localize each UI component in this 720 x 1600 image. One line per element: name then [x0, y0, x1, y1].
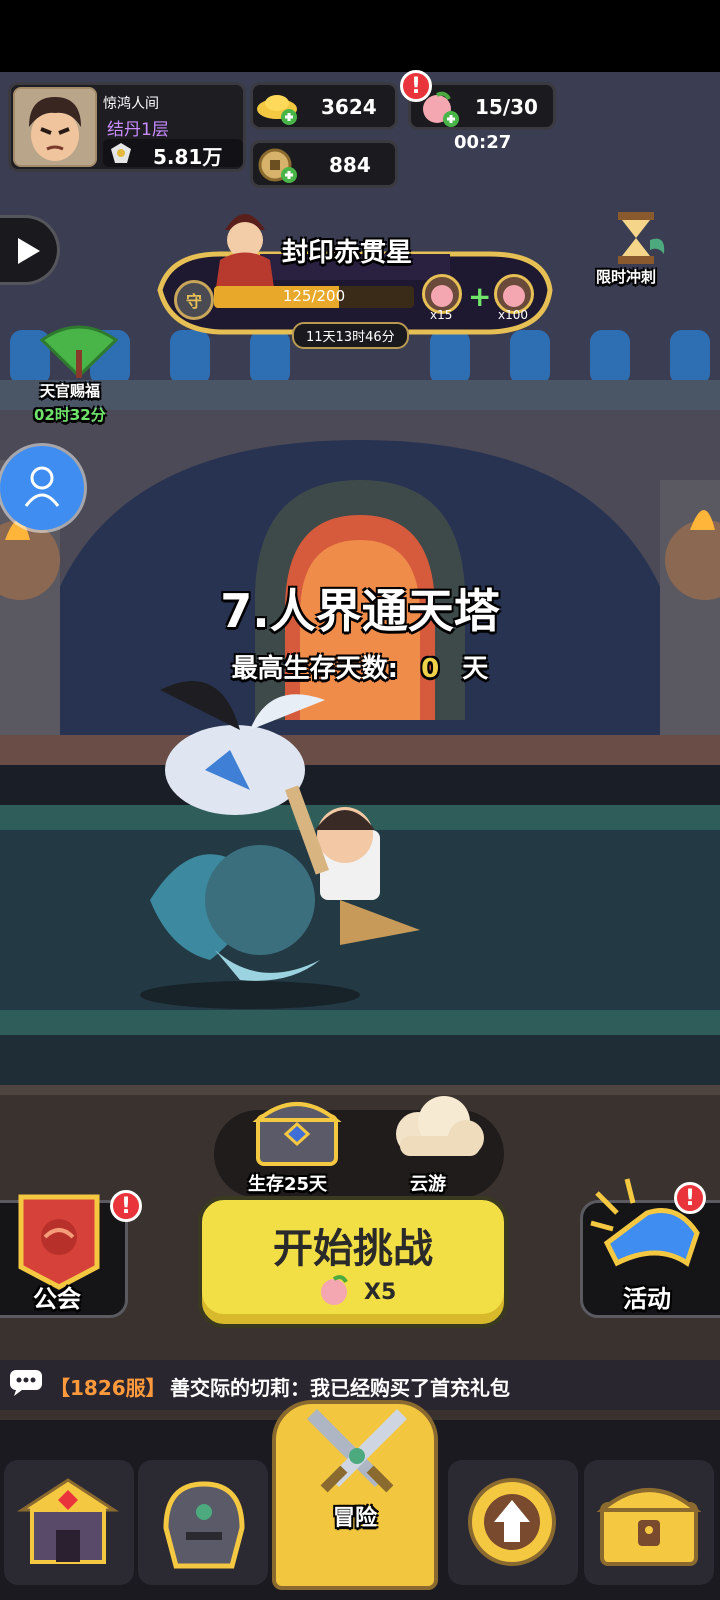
blessing-timer: 02时32分: [34, 406, 106, 424]
blessing-button[interactable]: 天官赐福 02时32分: [28, 320, 128, 430]
stamina-alert-badge: !: [400, 70, 432, 102]
best-survival-unit: 天: [462, 654, 489, 684]
event-title: 封印赤贯星: [282, 238, 413, 268]
coin-counter[interactable]: 884: [250, 140, 398, 188]
locked-chest-icon: [594, 1470, 704, 1578]
limited-sprint-button[interactable]: 限时冲刺: [592, 210, 682, 290]
nav-adventure-label: 冒险: [332, 1506, 377, 1531]
guild-label: 公会: [33, 1285, 81, 1313]
treasure-chest-icon: [252, 1090, 342, 1174]
best-survival-label: 最高生存天数:: [231, 654, 399, 684]
status-bar-area: [0, 0, 720, 72]
survival-chest-button[interactable]: 生存25天: [240, 1090, 350, 1200]
activity-alert-badge: !: [674, 1182, 706, 1214]
best-survival-row: 最高生存天数: 0 天: [0, 648, 720, 685]
nav-item-upgrade[interactable]: [448, 1460, 578, 1585]
power-icon: [107, 141, 135, 165]
stamina-value: 15/30: [475, 95, 538, 119]
event-shield-glyph: 守: [185, 292, 202, 311]
user-icon: [22, 464, 62, 514]
event-reward-qty-2: x100: [498, 308, 529, 322]
stamina-timer: 00:27: [454, 132, 512, 153]
upgrade-arrow-icon: [460, 1470, 564, 1578]
best-survival-value: 0: [421, 654, 440, 684]
chat-server-tag: 【1826服】: [50, 1376, 166, 1400]
gold-ingot-icon: [255, 87, 301, 131]
plus-icon: +: [468, 280, 492, 313]
player-name: 惊鸿人间: [103, 96, 159, 112]
event-countdown: 11天13时46分: [292, 322, 409, 349]
survival-chest-label: 生存25天: [248, 1174, 328, 1195]
power-value: 5.81万: [153, 145, 223, 169]
chat-message: 善交际的切莉：我已经购买了首充礼包: [170, 1376, 510, 1400]
copper-coin-icon: [255, 145, 301, 189]
start-challenge-button[interactable]: 开始挑战 X5: [198, 1196, 508, 1328]
pavilion-icon: [16, 1470, 120, 1578]
play-arrow-icon: [10, 234, 44, 272]
start-challenge-cost: X5: [364, 1280, 397, 1305]
player-card[interactable]: 惊鸿人间 结丹1层 5.81万: [8, 82, 246, 172]
gold-counter[interactable]: 3624: [250, 82, 398, 130]
event-shield-icon: 守: [174, 280, 214, 320]
coin-value: 884: [329, 153, 371, 177]
crossed-swords-icon: [302, 1404, 412, 1508]
event-banner[interactable]: 封印赤贯星 守 125/200 x15 + x100 11天13时46分: [150, 214, 560, 349]
cloud-travel-label: 云游: [410, 1174, 446, 1195]
event-reward-qty-1: x15: [430, 308, 453, 322]
activity-button[interactable]: 活动: [580, 1178, 720, 1318]
power-row: 5.81万: [103, 139, 243, 169]
event-hero-portrait: [205, 200, 285, 295]
cloud-travel-button[interactable]: 云游: [374, 1090, 494, 1200]
nav-item-home[interactable]: [4, 1460, 134, 1585]
gold-value: 3624: [321, 95, 377, 119]
blessing-label: 天官赐福: [40, 382, 101, 400]
hourglass-icon: [606, 210, 670, 270]
helmet-icon: [152, 1470, 256, 1578]
event-progress-bar: 125/200: [214, 286, 414, 308]
guild-alert-badge: !: [110, 1190, 142, 1222]
cloud-icon: [380, 1090, 490, 1170]
stage-title: 7.人界通天塔: [220, 584, 500, 638]
player-realm: 结丹1层: [107, 120, 169, 140]
avatar[interactable]: [13, 87, 97, 167]
start-challenge-label: 开始挑战: [273, 1226, 433, 1272]
limited-sprint-label: 限时冲刺: [596, 268, 657, 286]
guild-button[interactable]: 公会: [0, 1194, 128, 1318]
assistant-bubble-button[interactable]: [0, 446, 84, 530]
nav-item-treasure[interactable]: [584, 1460, 714, 1585]
chat-bubble-icon: [8, 1368, 44, 1402]
nav-item-adventure[interactable]: 冒险: [272, 1400, 438, 1590]
activity-label: 活动: [623, 1285, 671, 1313]
fan-icon: [36, 320, 122, 384]
event-progress-text: 125/200: [282, 287, 346, 305]
nav-item-equipment[interactable]: [138, 1460, 268, 1585]
peach-cost-icon: [314, 1272, 354, 1312]
